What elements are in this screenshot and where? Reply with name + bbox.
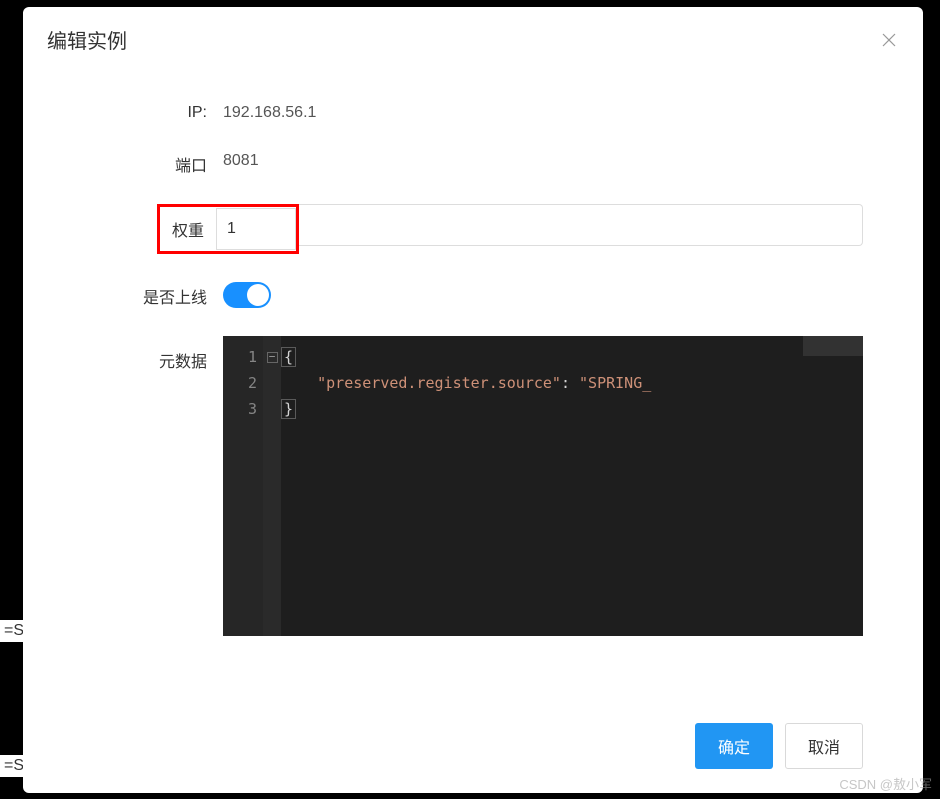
confirm-button[interactable]: 确定: [695, 723, 773, 769]
json-value: "SPRING_: [579, 374, 651, 392]
modal-body: IP: 192.168.56.1 端口 8081 权重 是否上线 元: [23, 72, 923, 707]
metadata-row: 元数据 1 2 3 − { "preserved.register.source…: [83, 336, 863, 636]
port-label: 端口: [83, 150, 223, 176]
code-gutter: 1 2 3: [223, 336, 263, 636]
online-row: 是否上线: [83, 282, 863, 308]
line-number: 3: [223, 396, 257, 422]
weight-label: 权重: [160, 207, 216, 251]
modal-footer: 确定 取消: [23, 707, 923, 793]
close-button[interactable]: [879, 30, 899, 50]
online-label: 是否上线: [83, 282, 223, 308]
weight-highlighted-box: 权重: [157, 204, 299, 254]
fold-collapse-icon[interactable]: −: [267, 352, 278, 363]
edit-instance-modal: 编辑实例 IP: 192.168.56.1 端口 8081 权重 是否上线: [23, 7, 923, 793]
watermark-text: CSDN @敖小军: [839, 774, 932, 793]
close-brace: }: [281, 399, 296, 419]
metadata-label: 元数据: [83, 336, 223, 372]
port-row: 端口 8081: [83, 150, 863, 176]
ip-label: IP:: [83, 102, 223, 122]
weight-row: 权重: [83, 204, 863, 254]
line-number: 2: [223, 370, 257, 396]
toggle-knob: [247, 284, 269, 306]
modal-header: 编辑实例: [23, 7, 923, 72]
open-brace: {: [281, 347, 296, 367]
line-number: 1: [223, 344, 257, 370]
modal-title: 编辑实例: [47, 25, 127, 54]
online-toggle[interactable]: [223, 282, 271, 308]
weight-input-extension[interactable]: [299, 204, 863, 246]
ip-row: IP: 192.168.56.1: [83, 102, 863, 122]
metadata-editor[interactable]: 1 2 3 − { "preserved.register.source": "…: [223, 336, 863, 636]
port-value: 8081: [223, 150, 259, 170]
json-key: "preserved.register.source": [317, 374, 561, 392]
json-colon: :: [561, 374, 579, 392]
editor-minimap[interactable]: [803, 336, 863, 356]
ip-value: 192.168.56.1: [223, 102, 316, 122]
cancel-button[interactable]: 取消: [785, 723, 863, 769]
weight-input[interactable]: [216, 208, 296, 250]
code-content[interactable]: { "preserved.register.source": "SPRING_ …: [281, 344, 863, 422]
code-fold-gutter: −: [263, 336, 281, 636]
close-icon: [881, 32, 897, 48]
